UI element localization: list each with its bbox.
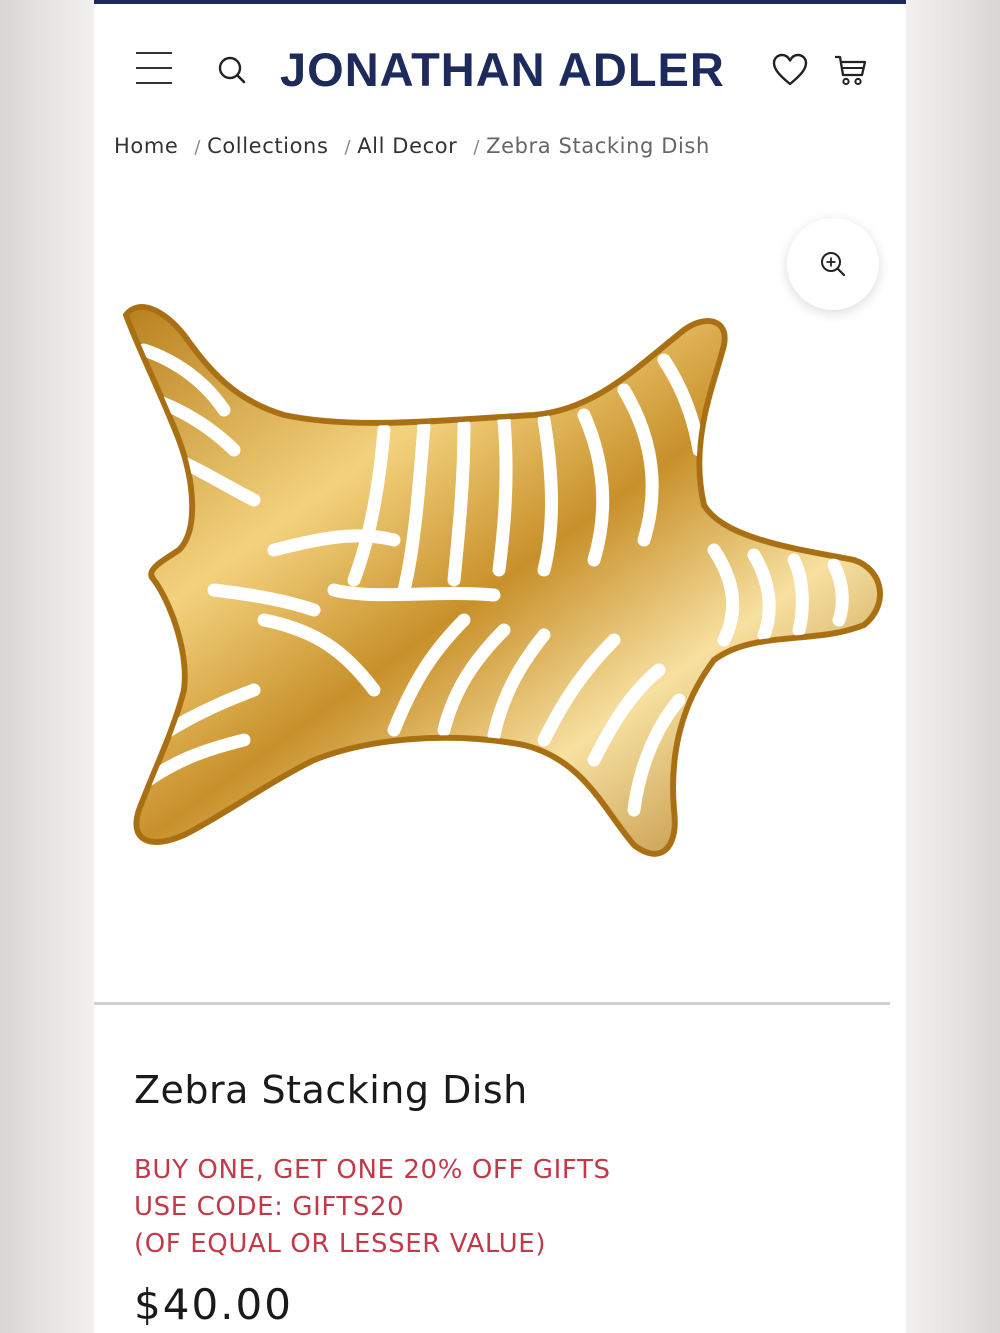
- site-header: JONATHAN ADLER: [94, 4, 906, 124]
- zoom-in-icon: [821, 252, 846, 277]
- product-page: JONATHAN ADLER Home / Collections / All Deco…: [94, 0, 906, 1333]
- backdrop-left: [0, 0, 94, 1333]
- product-title: Zebra Stacking Dish: [134, 1068, 528, 1112]
- breadcrumb-collections[interactable]: Collections: [207, 134, 328, 158]
- breadcrumb-separator: /: [344, 137, 352, 158]
- promo-line: BUY ONE, GET ONE 20% OFF GIFTS: [134, 1155, 611, 1185]
- promo-line: (OF EQUAL OR LESSER VALUE): [134, 1229, 547, 1259]
- breadcrumb-separator: /: [194, 137, 202, 158]
- brand-logo[interactable]: JONATHAN ADLER: [280, 42, 730, 97]
- promo-message: BUY ONE, GET ONE 20% OFF GIFTS USE CODE:…: [134, 1152, 611, 1263]
- promo-line: USE CODE: GIFTS20: [134, 1192, 405, 1222]
- product-price: $40.00: [134, 1280, 293, 1329]
- backdrop-right: [906, 0, 1000, 1333]
- hamburger-menu-icon[interactable]: [134, 50, 174, 86]
- breadcrumb-separator: /: [473, 137, 481, 158]
- heart-icon[interactable]: [771, 52, 809, 88]
- product-image-zebra-dish[interactable]: [114, 290, 894, 880]
- search-icon[interactable]: [216, 54, 248, 86]
- breadcrumb-current: Zebra Stacking Dish: [486, 134, 710, 158]
- breadcrumb-home[interactable]: Home: [114, 134, 178, 158]
- gallery-divider: [94, 1002, 890, 1005]
- breadcrumb-all-decor[interactable]: All Decor: [357, 134, 457, 158]
- breadcrumb: Home / Collections / All Decor / Zebra Stackin…: [114, 134, 710, 158]
- cart-icon[interactable]: [833, 52, 869, 88]
